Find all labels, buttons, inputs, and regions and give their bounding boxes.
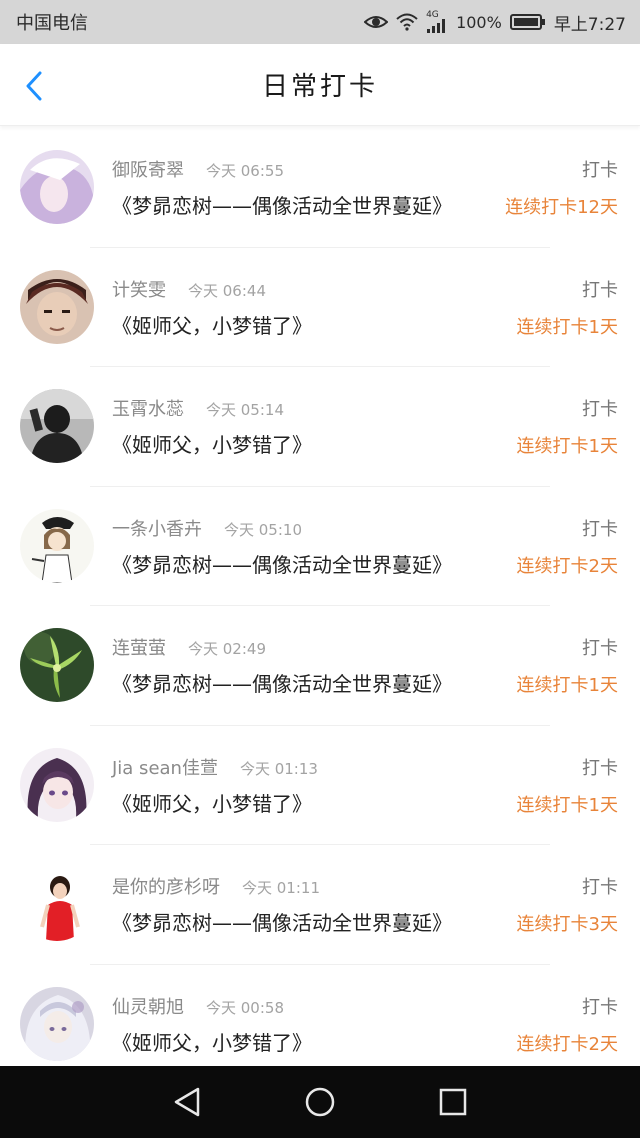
book-title[interactable]: 《梦昴恋树——偶像活动全世界蔓延》 bbox=[112, 907, 452, 936]
avatar[interactable] bbox=[20, 508, 94, 583]
streak-label: 连续打卡1天 bbox=[516, 316, 618, 338]
nav-recents-button[interactable] bbox=[433, 1082, 473, 1122]
back-button[interactable] bbox=[18, 70, 50, 102]
wifi-icon bbox=[396, 13, 418, 31]
book-title[interactable]: 《姬师父，小梦错了》 bbox=[112, 310, 312, 339]
book-title[interactable]: 《梦昴恋树——偶像活动全世界蔓延》 bbox=[112, 549, 452, 578]
signal-icon: 4G bbox=[426, 11, 448, 33]
user-name: 御阪寄翠 bbox=[112, 160, 184, 181]
checkin-time: 今天 06:55 bbox=[206, 162, 284, 180]
user-name: 是你的彦杉呀 bbox=[112, 877, 220, 898]
status-icons: 4G 100% 早上7:27 bbox=[364, 10, 626, 35]
list-item[interactable]: 一条小香卉 今天 05:10 打卡 《梦昴恋树——偶像活动全世界蔓延》 连续打卡… bbox=[0, 487, 640, 606]
system-nav-bar bbox=[0, 1066, 640, 1138]
checkin-time: 今天 01:13 bbox=[239, 759, 318, 778]
checkin-type: 打卡 bbox=[582, 518, 618, 540]
battery-icon bbox=[509, 13, 546, 31]
carrier-label: 中国电信 bbox=[16, 13, 88, 34]
eye-icon bbox=[364, 14, 389, 30]
book-title[interactable]: 《姬师父，小梦错了》 bbox=[112, 788, 312, 817]
book-title[interactable]: 《梦昴恋树——偶像活动全世界蔓延》 bbox=[112, 668, 452, 697]
streak-label: 连续打卡1天 bbox=[516, 675, 618, 696]
header-bar: 日常打卡 bbox=[0, 44, 640, 126]
checkin-time: 今天 02:49 bbox=[188, 640, 266, 658]
streak-label: 连续打卡2天 bbox=[516, 555, 618, 577]
avatar[interactable] bbox=[20, 150, 94, 224]
book-title[interactable]: 《姬师父，小梦错了》 bbox=[112, 429, 312, 458]
checkin-time: 今天 06:44 bbox=[188, 281, 266, 300]
streak-label: 连续打卡2天 bbox=[516, 1033, 618, 1055]
streak-label: 连续打卡12天 bbox=[505, 197, 618, 218]
checkin-type: 打卡 bbox=[582, 638, 618, 659]
streak-label: 连续打卡1天 bbox=[516, 794, 618, 816]
streak-label: 连续打卡1天 bbox=[516, 436, 618, 457]
battery-percent: 100% bbox=[456, 12, 502, 32]
checkin-type: 打卡 bbox=[582, 877, 618, 898]
nav-home-button[interactable] bbox=[300, 1082, 340, 1122]
avatar[interactable] bbox=[20, 986, 94, 1061]
list-item[interactable]: Jia sean佳萱 今天 01:13 打卡 《姬师父，小梦错了》 连续打卡1天 bbox=[0, 726, 640, 845]
list-item[interactable]: 计笑雯 今天 06:44 打卡 《姬师父，小梦错了》 连续打卡1天 bbox=[0, 248, 640, 367]
avatar[interactable] bbox=[20, 628, 94, 702]
status-bar: 中国电信 4G 100% 早上7:27 bbox=[0, 0, 640, 44]
streak-label: 连续打卡3天 bbox=[516, 914, 618, 935]
book-title[interactable]: 《姬师父，小梦错了》 bbox=[112, 1027, 312, 1056]
clock: 早上7:27 bbox=[553, 14, 626, 35]
book-title[interactable]: 《梦昴恋树——偶像活动全世界蔓延》 bbox=[112, 190, 452, 219]
list-item[interactable]: 连萤萤 今天 02:49 打卡 《梦昴恋树——偶像活动全世界蔓延》 连续打卡1天 bbox=[0, 606, 640, 726]
user-name: 一条小香卉 bbox=[112, 518, 202, 540]
recents-square-icon bbox=[440, 1088, 467, 1116]
avatar[interactable] bbox=[20, 747, 94, 822]
network-type: 4G bbox=[426, 10, 439, 20]
user-name: 玉霄水蕊 bbox=[112, 399, 184, 420]
checkin-type: 打卡 bbox=[582, 399, 618, 420]
back-triangle-icon bbox=[174, 1087, 199, 1117]
avatar[interactable] bbox=[20, 389, 94, 463]
list-item[interactable]: 是你的彦杉呀 今天 01:11 打卡 《梦昴恋树——偶像活动全世界蔓延》 连续打… bbox=[0, 845, 640, 965]
user-name: 计笑雯 bbox=[112, 279, 166, 301]
page-title: 日常打卡 bbox=[261, 72, 378, 102]
avatar[interactable] bbox=[20, 867, 94, 941]
chevron-left-icon bbox=[26, 71, 42, 101]
checkin-time: 今天 00:58 bbox=[206, 998, 284, 1017]
list-item[interactable]: 御阪寄翠 今天 06:55 打卡 《梦昴恋树——偶像活动全世界蔓延》 连续打卡1… bbox=[0, 128, 640, 248]
list-item[interactable]: 玉霄水蕊 今天 05:14 打卡 《姬师父，小梦错了》 连续打卡1天 bbox=[0, 367, 640, 487]
user-name: Jia sean佳萱 bbox=[112, 757, 218, 779]
checkin-type: 打卡 bbox=[582, 757, 618, 779]
checkin-list: 御阪寄翠 今天 06:55 打卡 《梦昴恋树——偶像活动全世界蔓延》 连续打卡1… bbox=[0, 128, 640, 1084]
checkin-type: 打卡 bbox=[582, 279, 618, 301]
checkin-time: 今天 01:11 bbox=[242, 879, 320, 897]
user-name: 仙灵朝旭 bbox=[112, 996, 184, 1018]
checkin-type: 打卡 bbox=[582, 160, 618, 181]
avatar[interactable] bbox=[20, 269, 94, 344]
user-name: 连萤萤 bbox=[112, 638, 166, 659]
checkin-type: 打卡 bbox=[582, 996, 618, 1018]
checkin-time: 今天 05:10 bbox=[224, 520, 302, 539]
nav-back-button[interactable] bbox=[167, 1082, 207, 1122]
checkin-time: 今天 05:14 bbox=[206, 401, 284, 419]
home-circle-icon bbox=[305, 1087, 335, 1117]
